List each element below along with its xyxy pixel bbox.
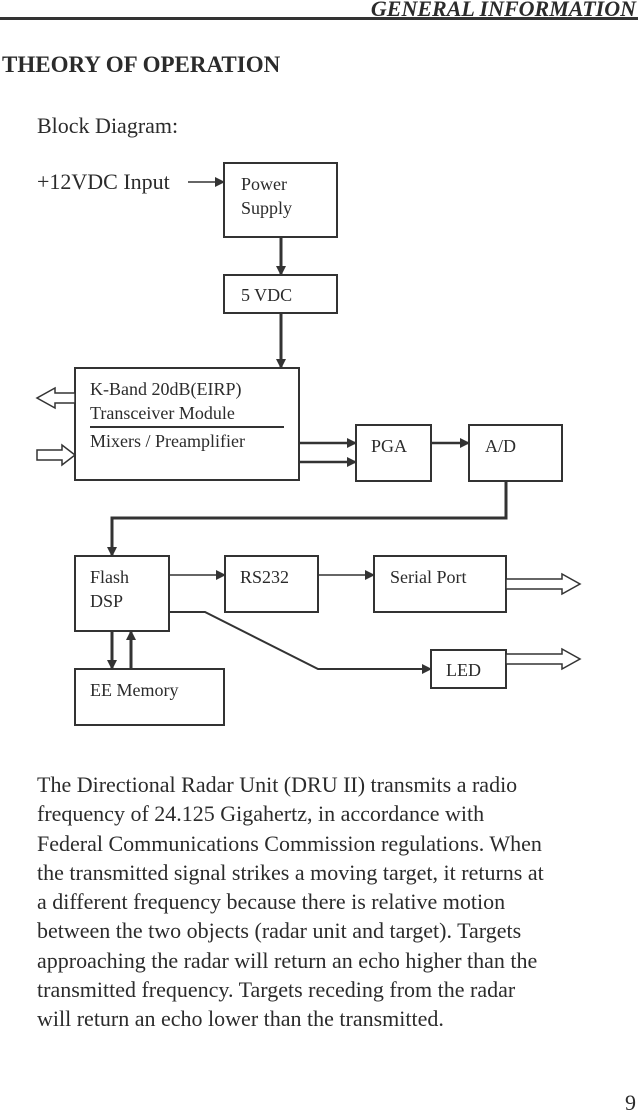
transceiver-label-2: Transceiver Module [90,403,235,423]
body-line: approaching the radar will return an ech… [37,947,538,973]
block-diagram: +12VDC Input Power Supply 5 VDC K-Band 2… [35,162,582,726]
body-line: Federal Communications Commission regula… [37,830,542,856]
transceiver-label-3: Mixers / Preamplifier [90,431,245,451]
body-line: a different frequency because there is r… [37,889,506,915]
dsp-label-2: DSP [90,591,123,611]
vdc-label: 5 VDC [241,285,292,305]
led-output-arrow [505,647,582,671]
body-line: frequency of 24.125 Gigahertz, in accord… [37,801,485,827]
transceiver-label-1: K-Band 20dB(EIRP) [90,379,242,400]
ad-label: A/D [485,436,516,456]
power-supply-label-1: Power [241,174,287,194]
body-paragraph: The Directional Radar Unit (DRU II) tran… [37,770,627,1034]
body-line: will return an echo lower than the trans… [37,1006,444,1032]
power-supply-label-2: Supply [241,198,292,218]
ad-to-dsp-arrow [107,481,508,557]
body-line: between the two objects (radar unit and … [37,918,522,944]
rs232-label: RS232 [240,567,289,587]
body-line: The Directional Radar Unit (DRU II) tran… [37,772,518,797]
serial-output-arrow [505,572,582,596]
pga-label: PGA [371,436,407,456]
ee-memory-label: EE Memory [90,680,178,700]
dsp-to-led-arrow [169,611,432,674]
receive-in-arrow [36,443,77,467]
led-label: LED [446,660,481,680]
dsp-label-1: Flash [90,567,129,587]
body-line: the transmitted signal strikes a moving … [37,859,544,885]
body-line: transmitted frequency. Targets receding … [37,977,516,1003]
page-number: 9 [625,1090,636,1115]
serial-port-label: Serial Port [390,567,467,587]
transmit-out-arrow [35,386,76,410]
input-label: +12VDC Input [37,169,170,194]
